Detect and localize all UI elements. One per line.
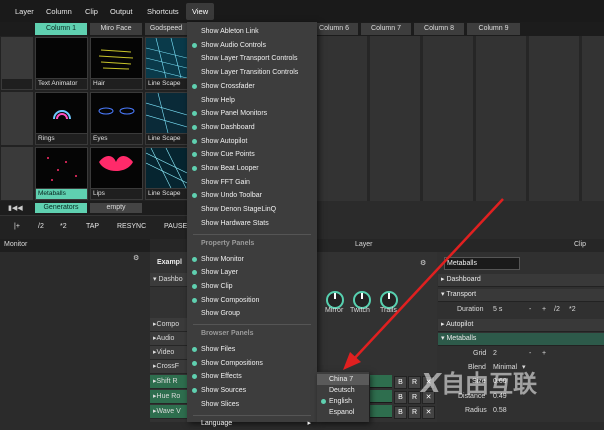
annotation-arrow <box>343 198 504 370</box>
